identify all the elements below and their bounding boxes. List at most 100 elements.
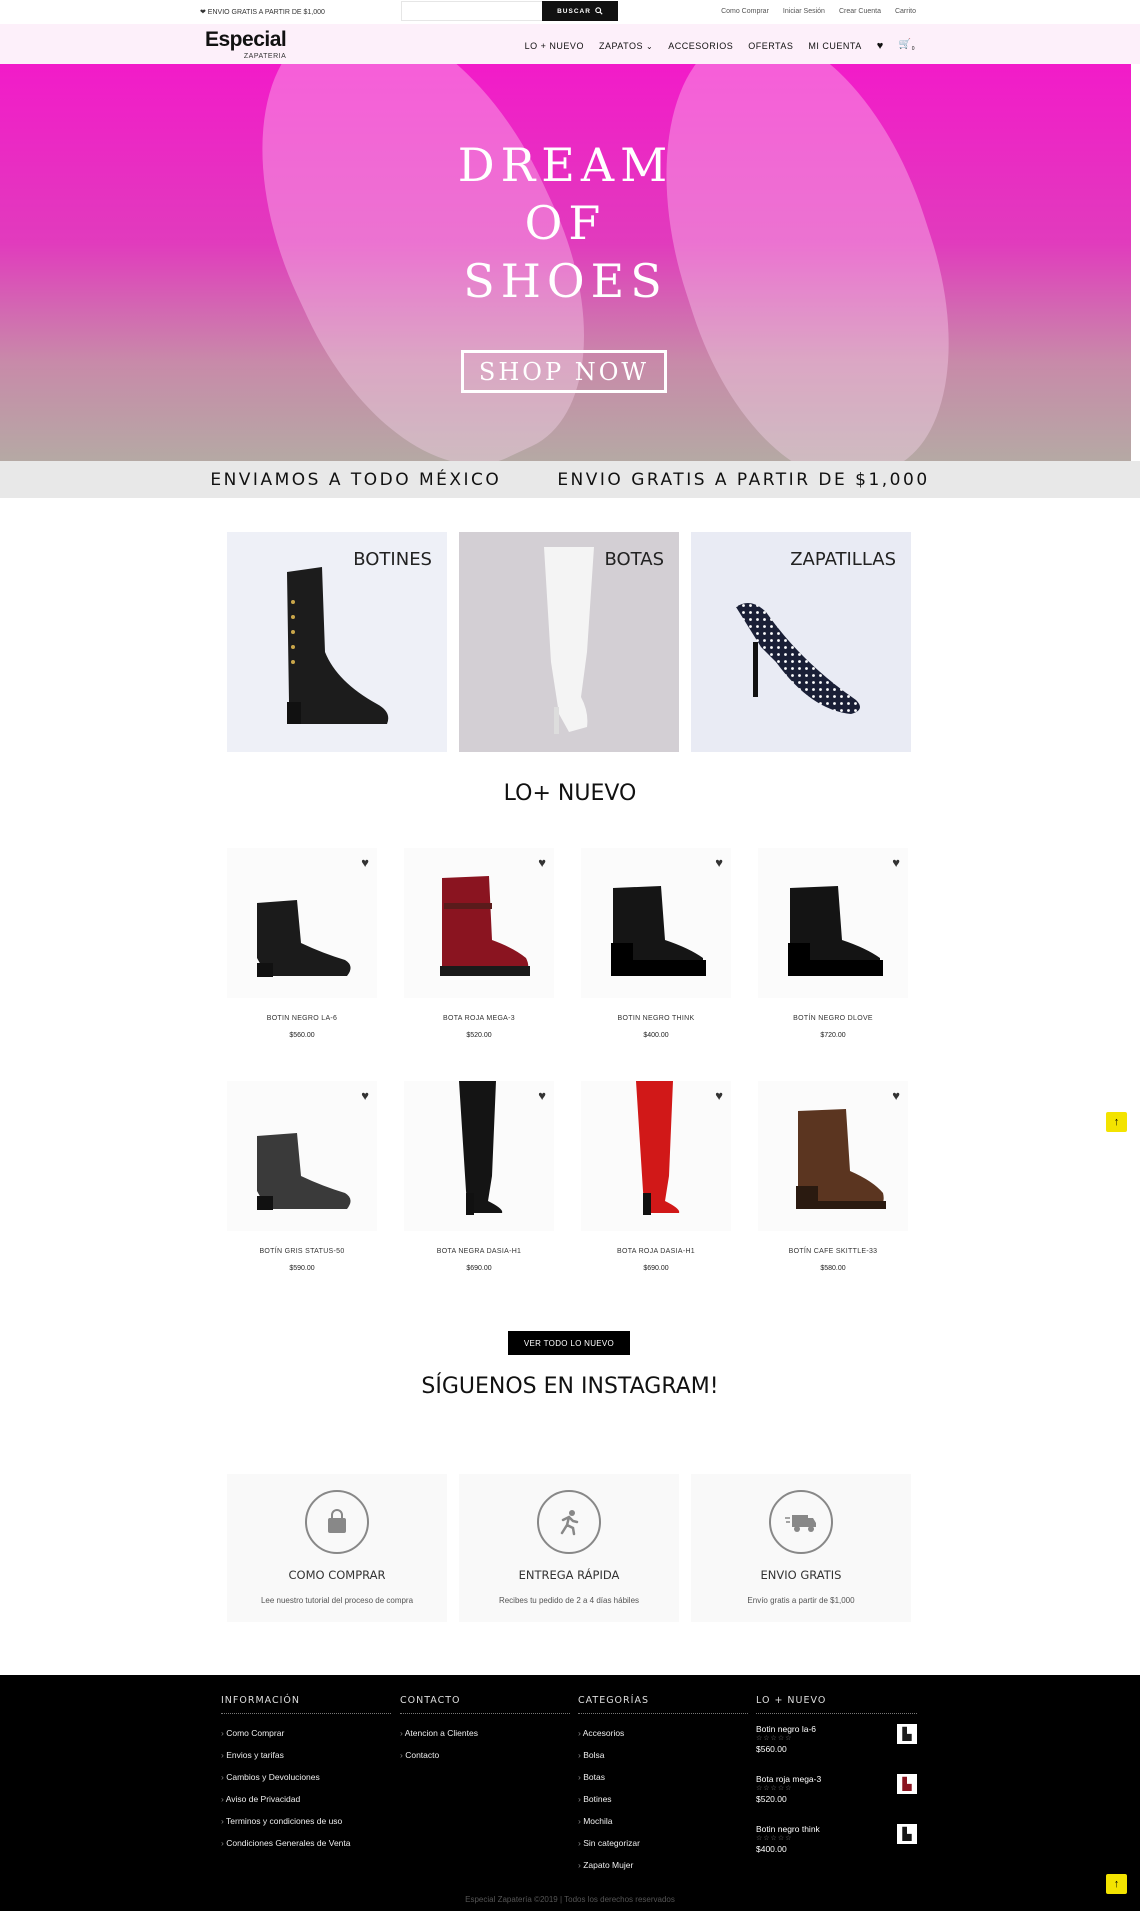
footer-category-link[interactable]: Accesorios: [578, 1722, 748, 1744]
feature-title: COMO COMPRAR: [288, 1568, 386, 1582]
copyright: Especial Zapatería ©2019 | Todos los der…: [465, 1895, 675, 1904]
product-card[interactable]: ♥ BOTÍN CAFE SKITTLE-33 $580.00: [758, 1081, 908, 1281]
category-botas[interactable]: BOTAS: [459, 532, 679, 752]
product-name[interactable]: BOTÍN GRIS STATUS-50: [227, 1248, 377, 1255]
footer-product-price: $560.00: [756, 1744, 787, 1754]
product-name[interactable]: BOTA ROJA DASIA-H1: [581, 1248, 731, 1255]
footer-product-name[interactable]: Botin negro think: [756, 1824, 820, 1834]
product-card[interactable]: ♥ BOTIN NEGRO THINK $400.00: [581, 848, 731, 1048]
chevron-down-icon: ⌄: [645, 41, 654, 51]
scroll-to-top-button-footer[interactable]: ↑: [1106, 1874, 1127, 1894]
hero-banner[interactable]: DREAM OF SHOES SHOP NOW: [0, 64, 1131, 461]
footer-category-link[interactable]: Botas: [578, 1766, 748, 1788]
footer-info-link[interactable]: Condiciones Generales de Venta: [221, 1832, 391, 1854]
footer-category-link[interactable]: Mochila: [578, 1810, 748, 1832]
wishlist-heart-icon[interactable]: ♥: [538, 1088, 546, 1103]
wishlist-heart-icon[interactable]: ♥: [892, 1088, 900, 1103]
nav-ofertas[interactable]: OFERTAS: [748, 41, 793, 51]
footer-contact-column: CONTACTO Atencion a ClientesContacto: [400, 1695, 570, 1766]
feature-envio-gratis[interactable]: ENVIO GRATIS Envío gratis a partir de $1…: [691, 1474, 911, 1622]
footer-product-thumbnail[interactable]: ▙: [897, 1724, 917, 1744]
hero-line-2: OF: [524, 196, 607, 250]
wishlist-heart-icon[interactable]: ♥: [538, 855, 546, 870]
see-all-new-button[interactable]: VER TODO LO NUEVO: [508, 1331, 630, 1355]
wishlist-heart-icon[interactable]: ♥: [715, 855, 723, 870]
product-image[interactable]: ♥: [758, 848, 908, 998]
footer-product-thumbnail[interactable]: ▙: [897, 1824, 917, 1844]
search-input[interactable]: [401, 1, 542, 21]
cart-icon: 🛒: [898, 39, 912, 50]
hero-line-3: SHOES: [463, 254, 668, 308]
footer-contact-link[interactable]: Atencion a Clientes: [400, 1722, 570, 1744]
footer-category-links: AccesoriosBolsaBotasBotinesMochilaSin ca…: [578, 1722, 748, 1876]
feature-title: ENVIO GRATIS: [760, 1568, 842, 1582]
product-name[interactable]: BOTÍN NEGRO DLOVE: [758, 1015, 908, 1022]
footer-contact-links: Atencion a ClientesContacto: [400, 1722, 570, 1766]
footer-info-link[interactable]: Como Comprar: [221, 1722, 391, 1744]
cart-link[interactable]: 🛒0: [899, 39, 915, 52]
nav-mi-cuenta[interactable]: MI CUENTA: [808, 41, 861, 51]
wishlist-heart-icon[interactable]: ♥: [715, 1088, 723, 1103]
main-nav: LO + NUEVO ZAPATOS ⌄ ACCESORIOS OFERTAS …: [525, 39, 915, 52]
product-image[interactable]: ♥: [758, 1081, 908, 1231]
delivery-truck-icon: [769, 1490, 833, 1554]
wishlist-heart-icon[interactable]: ♥: [361, 855, 369, 870]
scroll-to-top-button[interactable]: ↑: [1106, 1112, 1127, 1132]
product-name[interactable]: BOTA ROJA MEGA-3: [404, 1015, 554, 1022]
wishlist-heart-icon[interactable]: ♥: [877, 40, 884, 52]
footer-info-link[interactable]: Terminos y condiciones de uso: [221, 1810, 391, 1832]
white-tall-boot-image: [544, 547, 594, 734]
product-image[interactable]: ♥: [227, 1081, 377, 1231]
footer-contact-link[interactable]: Contacto: [400, 1744, 570, 1766]
footer-category-link[interactable]: Botines: [578, 1788, 748, 1810]
footer-info-link[interactable]: Envios y tarifas: [221, 1744, 391, 1766]
product-card[interactable]: ♥ BOTA NEGRA DASIA-H1 $690.00: [404, 1081, 554, 1281]
product-name[interactable]: BOTA NEGRA DASIA-H1: [404, 1248, 554, 1255]
link-carrito[interactable]: Carrito: [895, 8, 916, 15]
product-card[interactable]: ♥ BOTA ROJA DASIA-H1 $690.00: [581, 1081, 731, 1281]
feature-como-comprar[interactable]: COMO COMPRAR Lee nuestro tutorial del pr…: [227, 1474, 447, 1622]
product-card[interactable]: ♥ BOTA ROJA MEGA-3 $520.00: [404, 848, 554, 1048]
product-image[interactable]: ♥: [404, 848, 554, 998]
product-name[interactable]: BOTÍN CAFE SKITTLE-33: [758, 1248, 908, 1255]
product-name[interactable]: BOTIN NEGRO THINK: [581, 1015, 731, 1022]
nav-zapatos-label: ZAPATOS: [598, 40, 643, 51]
link-crear-cuenta[interactable]: Crear Cuenta: [839, 8, 881, 15]
footer-product-item[interactable]: Botin negro think ☆☆☆☆☆ $400.00 ▙: [756, 1824, 917, 1864]
product-image[interactable]: ♥: [581, 1081, 731, 1231]
product-name[interactable]: BOTIN NEGRO LA-6: [227, 1015, 377, 1022]
footer-category-link[interactable]: Sin categorizar: [578, 1832, 748, 1854]
link-como-comprar[interactable]: Como Comprar: [721, 8, 769, 15]
logo-main-text: Especial: [205, 28, 287, 51]
site-logo[interactable]: Especial ZAPATERIA: [205, 28, 287, 60]
footer-product-item[interactable]: Botin negro la-6 ☆☆☆☆☆ $560.00 ▙: [756, 1724, 917, 1764]
product-card[interactable]: ♥ BOTÍN GRIS STATUS-50 $590.00: [227, 1081, 377, 1281]
footer-category-link[interactable]: Bolsa: [578, 1744, 748, 1766]
product-image[interactable]: ♥: [581, 848, 731, 998]
product-card[interactable]: ♥ BOTIN NEGRO LA-6 $560.00: [227, 848, 377, 1048]
nav-accesorios[interactable]: ACCESORIOS: [668, 41, 733, 51]
product-image[interactable]: ♥: [404, 1081, 554, 1231]
product-card[interactable]: ♥ BOTÍN NEGRO DLOVE $720.00: [758, 848, 908, 1048]
footer-info-link[interactable]: Aviso de Privacidad: [221, 1788, 391, 1810]
footer-product-thumbnail[interactable]: ▙: [897, 1774, 917, 1794]
wishlist-heart-icon[interactable]: ♥: [892, 855, 900, 870]
footer-product-name[interactable]: Botin negro la-6: [756, 1724, 816, 1734]
cart-count: 0: [911, 46, 915, 52]
category-zapatillas[interactable]: ZAPATILLAS: [691, 532, 911, 752]
feature-entrega-rapida[interactable]: ENTREGA RÁPIDA Recibes tu pedido de 2 a …: [459, 1474, 679, 1622]
link-iniciar-sesion[interactable]: Iniciar Sesión: [783, 8, 825, 15]
wishlist-heart-icon[interactable]: ♥: [361, 1088, 369, 1103]
product-image[interactable]: ♥: [227, 848, 377, 998]
shipping-mexico-text: ENVIAMOS A TODO MÉXICO: [210, 469, 502, 490]
footer-info-link[interactable]: Cambios y Devoluciones: [221, 1766, 391, 1788]
footer-category-link[interactable]: Zapato Mujer: [578, 1854, 748, 1876]
nav-lo-nuevo[interactable]: LO + NUEVO: [525, 41, 584, 51]
running-person-icon: [537, 1490, 601, 1554]
shop-now-button[interactable]: SHOP NOW: [461, 350, 667, 393]
category-botines[interactable]: BOTINES: [227, 532, 447, 752]
search-button[interactable]: BUSCAR: [542, 1, 618, 21]
nav-zapatos[interactable]: ZAPATOS ⌄: [599, 41, 653, 51]
footer-product-name[interactable]: Bota roja mega-3: [756, 1774, 821, 1784]
footer-product-item[interactable]: Bota roja mega-3 ☆☆☆☆☆ $520.00 ▙: [756, 1774, 917, 1814]
